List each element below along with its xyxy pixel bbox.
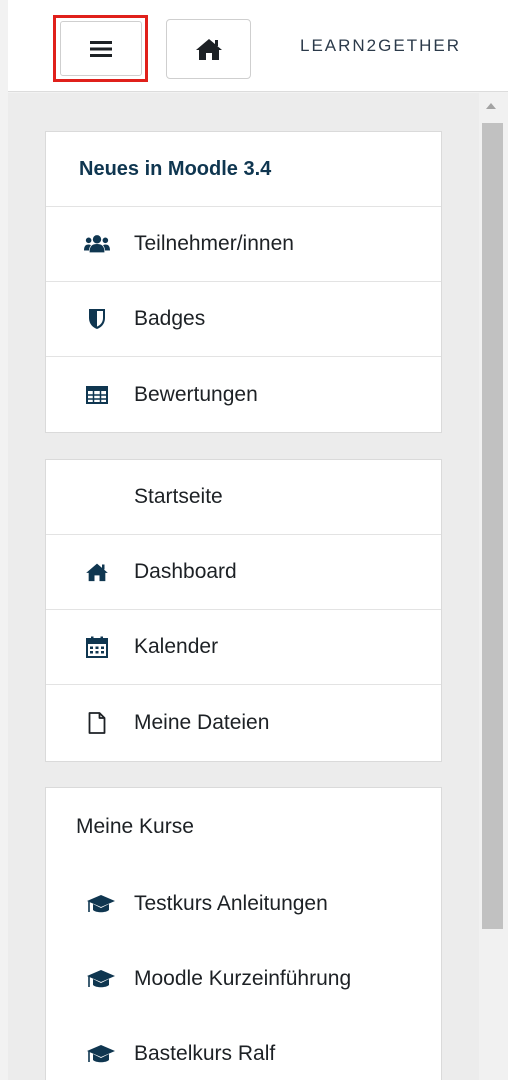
drawer-toggle-button[interactable] [53,15,148,82]
navbar-edge [0,0,8,92]
nav-item-home[interactable]: Startseite [46,460,441,535]
my-courses-title-row[interactable]: Meine Kurse [46,788,441,866]
site-nav-card: Startseite Dashboard Kalender Meine Date… [45,459,442,762]
course-title-row[interactable]: Neues in Moodle 3.4 [46,132,441,207]
scroll-up-arrow[interactable] [486,103,496,109]
graduation-cap-icon [86,1042,116,1066]
shield-icon [84,306,110,332]
nav-item-label: Bewertungen [134,382,258,406]
home-button[interactable] [166,19,251,79]
hamburger-icon [89,40,112,57]
nav-item-calendar[interactable]: Kalender [46,610,441,685]
users-icon [84,231,110,257]
course-item-label: Moodle Kurzeinführung [134,966,352,990]
course-item-bastelkurs[interactable]: Bastelkurs Ralf [46,1016,441,1080]
calendar-icon [84,634,110,660]
graduation-cap-icon [86,892,116,916]
nav-item-grades[interactable]: Bewertungen [46,357,441,432]
nav-item-label: Dashboard [134,560,237,583]
nav-item-dashboard[interactable]: Dashboard [46,535,441,610]
nav-item-badges[interactable]: Badges [46,282,441,357]
home-icon [195,39,222,60]
course-nav-card: Neues in Moodle 3.4 Teilnehmer/innen Bad… [45,131,442,433]
nav-item-label: Meine Dateien [134,710,270,734]
scrollbar-thumb[interactable] [482,123,503,929]
nav-item-label: Kalender [134,635,219,658]
nav-item-files[interactable]: Meine Dateien [46,685,441,760]
nav-item-label: Startseite [134,485,223,508]
course-title[interactable]: Neues in Moodle 3.4 [79,158,271,181]
my-courses-card: Meine Kurse Testkurs Anleitungen Moodle … [45,787,442,1080]
graduation-cap-icon [86,967,116,991]
site-brand[interactable]: LEARN2GETHER [300,36,461,56]
navbar: LEARN2GETHER [0,0,508,92]
home-icon [84,559,110,585]
course-item-moodle-intro[interactable]: Moodle Kurzeinführung [46,941,441,1016]
course-item-testkurs[interactable]: Testkurs Anleitungen [46,866,441,941]
my-courses-title: Meine Kurse [76,815,194,838]
table-icon [84,382,110,408]
file-icon [84,710,110,736]
drawer-toggle-inner[interactable] [59,21,142,76]
nav-item-label: Badges [134,307,206,330]
nav-item-label: Teilnehmer/innen [134,232,294,255]
course-item-label: Testkurs Anleitungen [134,891,328,915]
nav-item-participants[interactable]: Teilnehmer/innen [46,207,441,282]
course-item-label: Bastelkurs Ralf [134,1041,276,1065]
